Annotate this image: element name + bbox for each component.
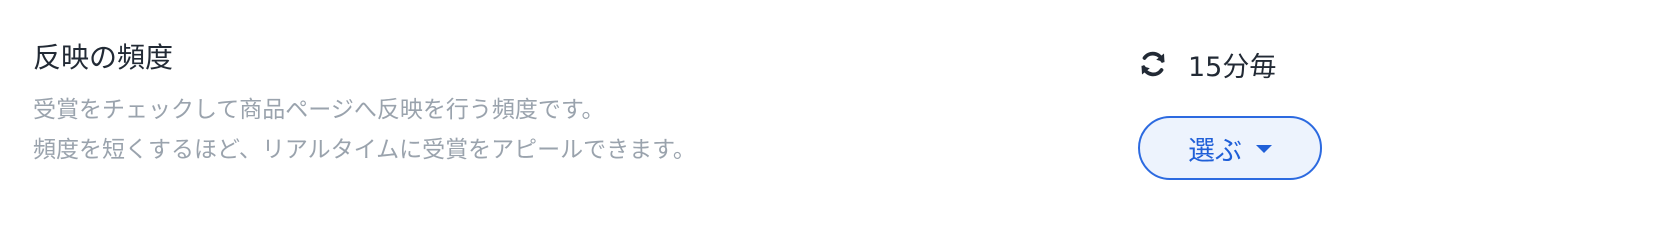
- caret-down-icon: [1256, 145, 1272, 153]
- setting-description-line-1: 受賞をチェックして商品ページへ反映を行う頻度です。: [33, 97, 605, 123]
- current-frequency: 15分毎: [1138, 40, 1538, 88]
- choose-button[interactable]: 選ぶ: [1138, 116, 1322, 180]
- setting-control: 15分毎 選ぶ: [1138, 40, 1538, 180]
- frequency-setting-row: 反映の頻度 受賞をチェックして商品ページへ反映を行う頻度です。 頻度を短くするほ…: [0, 0, 1672, 222]
- setting-text: 反映の頻度 受賞をチェックして商品ページへ反映を行う頻度です。 頻度を短くするほ…: [33, 36, 1033, 170]
- refresh-icon: [1138, 49, 1168, 79]
- current-frequency-value: 15分毎: [1188, 51, 1277, 83]
- choose-button-label: 選ぶ: [1188, 135, 1242, 167]
- setting-description-line-2: 頻度を短くするほど、リアルタイムに受賞をアピールできます。: [33, 137, 696, 163]
- setting-description: 受賞をチェックして商品ページへ反映を行う頻度です。 頻度を短くするほど、リアルタ…: [33, 90, 1033, 170]
- setting-title: 反映の頻度: [33, 41, 174, 74]
